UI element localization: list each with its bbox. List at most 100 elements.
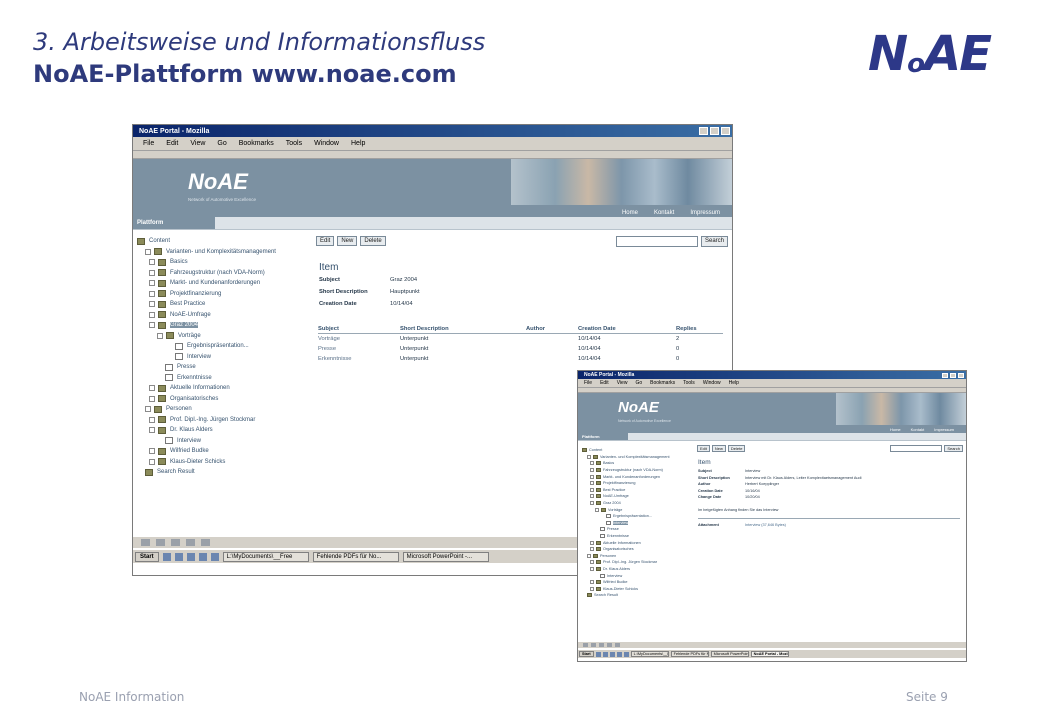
quicklaunch-icon[interactable] <box>595 651 601 657</box>
expand-icon[interactable] <box>149 290 155 297</box>
collapse-icon[interactable] <box>595 507 599 512</box>
minimize-icon[interactable] <box>942 372 948 378</box>
portal-logo[interactable]: NoAE <box>618 399 659 416</box>
tree-item[interactable]: Markt- und Kundenanforderungen <box>137 278 276 289</box>
search-button[interactable]: Search <box>700 236 728 247</box>
taskbar-item[interactable]: Fehlende PDFs für No... <box>670 651 709 657</box>
menu-go[interactable]: Go <box>217 140 226 147</box>
status-icon[interactable] <box>607 643 612 647</box>
tree-item[interactable]: Ergebnispräsentation... <box>582 513 670 520</box>
tree-item[interactable]: Erkenntnisse <box>582 533 670 540</box>
table-row[interactable]: Erkenntnisse Unterpunkt 10/14/04 0 <box>318 354 723 364</box>
search-input[interactable] <box>890 445 943 452</box>
taskbar-item[interactable]: L:\MyDocuments\__Free <box>222 551 309 562</box>
expand-icon[interactable] <box>149 385 155 392</box>
menu-help[interactable]: Help <box>729 380 739 386</box>
expand-icon[interactable] <box>590 461 594 466</box>
delete-button[interactable]: Delete <box>727 445 746 452</box>
status-icon[interactable] <box>186 539 195 546</box>
tree-item[interactable]: Personen <box>582 553 670 560</box>
link-home[interactable]: Home <box>622 210 638 216</box>
collapse-icon[interactable] <box>149 322 155 329</box>
tree-item[interactable]: Fahrzeugstruktur (nach VDA-Norm) <box>137 268 276 279</box>
tree-item[interactable]: Basics <box>582 460 670 467</box>
status-icon[interactable] <box>201 539 210 546</box>
tree-item[interactable]: Interview <box>582 520 670 527</box>
tree-item[interactable]: NoAE-Umfrage <box>137 310 276 321</box>
tree-item[interactable]: Organisatorisches <box>137 394 276 405</box>
taskbar-item[interactable]: L:\MyDocuments\__Free <box>630 651 669 657</box>
quicklaunch-icon[interactable] <box>174 552 183 561</box>
status-icon[interactable] <box>591 643 596 647</box>
status-icon[interactable] <box>599 643 604 647</box>
collapse-icon[interactable] <box>145 248 151 255</box>
expand-icon[interactable] <box>149 458 155 465</box>
attachment-link[interactable]: Interview (37,646 Bytes) <box>745 523 786 527</box>
tree-item[interactable]: Projektfinanzierung <box>582 480 670 487</box>
tree-item[interactable]: Vorträge <box>137 331 276 342</box>
tree-item[interactable]: Personen <box>137 404 276 415</box>
status-icon[interactable] <box>583 643 588 647</box>
minimize-icon[interactable] <box>699 127 708 135</box>
menu-tools[interactable]: Tools <box>286 140 302 147</box>
start-button[interactable]: Start <box>579 651 594 657</box>
search-input[interactable] <box>615 236 698 247</box>
maximize-icon[interactable] <box>950 372 956 378</box>
expand-icon[interactable] <box>590 586 594 591</box>
maximize-icon[interactable] <box>710 127 719 135</box>
menu-file[interactable]: File <box>143 140 154 147</box>
tree-item[interactable]: Presse <box>137 362 276 373</box>
edit-button[interactable]: Edit <box>316 236 335 246</box>
status-icon[interactable] <box>615 643 620 647</box>
tree-item[interactable]: Search Result <box>582 592 670 599</box>
portal-logo[interactable]: NoAE <box>188 169 248 195</box>
tree-item[interactable]: Klaus-Dieter Schicks <box>137 457 276 468</box>
expand-icon[interactable] <box>590 547 594 552</box>
tree-item[interactable]: Fahrzeugstruktur (nach VDA-Norm) <box>582 467 670 474</box>
menu-window[interactable]: Window <box>703 380 721 386</box>
expand-icon[interactable] <box>149 269 155 276</box>
menu-help[interactable]: Help <box>351 140 365 147</box>
quicklaunch-icon[interactable] <box>162 552 171 561</box>
expand-icon[interactable] <box>149 395 155 402</box>
tree-item[interactable]: Presse <box>582 526 670 533</box>
tree-item[interactable]: Search Result <box>137 467 276 478</box>
collapse-icon[interactable] <box>587 454 591 459</box>
link-kontakt[interactable]: Kontakt <box>654 210 674 216</box>
expand-icon[interactable] <box>149 280 155 287</box>
menu-view[interactable]: View <box>617 380 628 386</box>
quicklaunch-icon[interactable] <box>609 651 615 657</box>
quicklaunch-icon[interactable] <box>616 651 622 657</box>
menu-edit[interactable]: Edit <box>600 380 609 386</box>
link-impressum[interactable]: Impressum <box>690 210 720 216</box>
tab-plattform[interactable]: Plattform <box>578 433 628 440</box>
expand-icon[interactable] <box>149 301 155 308</box>
quicklaunch-icon[interactable] <box>186 552 195 561</box>
tree-item[interactable]: Aktuelle Informationen <box>582 539 670 546</box>
tree-item[interactable]: Dr. Klaus Alders <box>582 566 670 573</box>
tree-item[interactable]: Varianten- und Komplexitätsmanagement <box>582 454 670 461</box>
tree-item[interactable]: Ergebnispräsentation... <box>137 341 276 352</box>
tree-item[interactable]: Projektfinanzierung <box>137 289 276 300</box>
menu-tools[interactable]: Tools <box>683 380 695 386</box>
expand-icon[interactable] <box>590 474 594 479</box>
quicklaunch-icon[interactable] <box>210 552 219 561</box>
tree-item[interactable]: Interview <box>582 572 670 579</box>
collapse-icon[interactable] <box>149 427 155 434</box>
tree-item[interactable]: Wilfried Budke <box>137 446 276 457</box>
tree-item[interactable]: Best Practice <box>137 299 276 310</box>
expand-icon[interactable] <box>590 494 594 499</box>
taskbar-item[interactable]: Microsoft PowerPoint -... <box>710 651 749 657</box>
delete-button[interactable]: Delete <box>360 236 386 246</box>
collapse-icon[interactable] <box>590 501 594 506</box>
quicklaunch-icon[interactable] <box>623 651 629 657</box>
tree-item[interactable]: Interview <box>137 352 276 363</box>
status-icon[interactable] <box>171 539 180 546</box>
expand-icon[interactable] <box>590 487 594 492</box>
expand-icon[interactable] <box>149 311 155 318</box>
close-icon[interactable] <box>721 127 730 135</box>
tree-item[interactable]: Organisatorisches <box>582 546 670 553</box>
tree-item[interactable]: Aktuelle Informationen <box>137 383 276 394</box>
tree-item[interactable]: Graz 2004 <box>582 500 670 507</box>
status-icon[interactable] <box>156 539 165 546</box>
